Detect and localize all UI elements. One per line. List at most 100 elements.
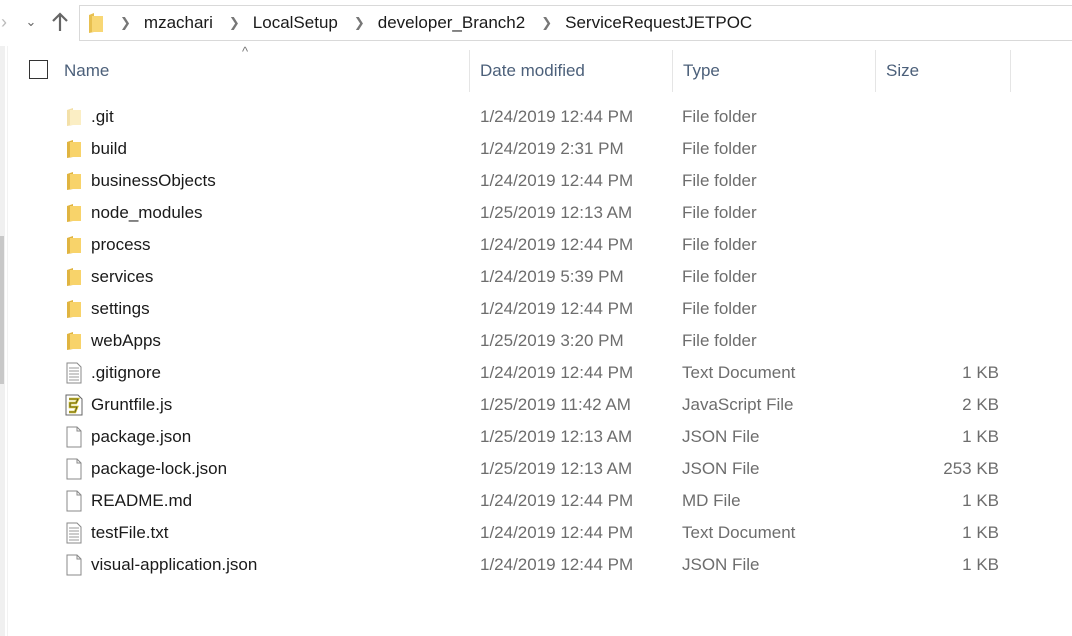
scrollbar-thumb[interactable]	[0, 236, 4, 384]
folder-icon	[64, 138, 84, 160]
file-name: build	[91, 139, 127, 158]
date-modified: 1/25/2019 12:13 AM	[480, 459, 633, 478]
breadcrumb-item[interactable]: ❯ mzachari	[104, 13, 213, 33]
file-row[interactable]: businessObjects 1/24/2019 12:44 PM File fo…	[20, 165, 1020, 197]
file-icon	[64, 490, 84, 512]
date-modified: 1/24/2019 12:44 PM	[480, 235, 634, 254]
folder-icon	[64, 330, 84, 352]
breadcrumb-label: LocalSetup	[252, 13, 338, 32]
file-size: 253 KB	[943, 459, 999, 478]
file-type: File folder	[682, 299, 757, 318]
chevron-right-icon: ❯	[353, 15, 365, 30]
file-row[interactable]: services 1/24/2019 5:39 PM File folder	[20, 261, 1020, 293]
breadcrumb-label: mzachari	[143, 13, 213, 32]
date-modified: 1/24/2019 12:44 PM	[480, 491, 634, 510]
file-size	[880, 261, 999, 293]
file-row[interactable]: visual-application.json 1/24/2019 12:44 P…	[20, 549, 1020, 581]
file-icon	[64, 554, 84, 576]
file-name: package-lock.json	[91, 459, 228, 478]
folder-icon	[64, 266, 84, 288]
date-modified: 1/24/2019 5:39 PM	[480, 267, 624, 286]
file-type: MD File	[682, 491, 741, 510]
file-type: Text Document	[682, 363, 796, 382]
date-modified: 1/24/2019 12:44 PM	[480, 523, 634, 542]
address-bar[interactable]: ❯ mzachari ❯ LocalSetup ❯ developer_Branch2 ❯ S…	[79, 5, 1072, 41]
file-type: File folder	[682, 267, 757, 286]
file-row[interactable]: node_modules 1/25/2019 12:13 AM File folde…	[20, 197, 1020, 229]
file-row[interactable]: webApps 1/25/2019 3:20 PM File folder	[20, 325, 1020, 357]
breadcrumb-item[interactable]: ❯ ServiceRequestJETPOC	[525, 13, 752, 33]
file-size	[880, 325, 999, 357]
date-modified: 1/24/2019 12:44 PM	[480, 107, 634, 126]
date-modified: 1/25/2019 3:20 PM	[480, 331, 624, 350]
file-name: .git	[91, 107, 114, 126]
file-row[interactable]: settings 1/24/2019 12:44 PM File folder	[20, 293, 1020, 325]
select-all-checkbox[interactable]	[29, 60, 48, 79]
column-date-modified[interactable]: Date modified	[470, 50, 673, 92]
pane-divider	[7, 46, 8, 636]
breadcrumb-item[interactable]: ❯ developer_Branch2	[338, 13, 525, 33]
folder-icon	[64, 170, 84, 192]
back-button[interactable]: ›	[0, 8, 18, 36]
file-name: businessObjects	[91, 171, 216, 190]
script-file-icon	[64, 394, 84, 416]
file-name: webApps	[91, 331, 161, 350]
breadcrumb-label: developer_Branch2	[377, 13, 526, 32]
file-size: 1 KB	[962, 523, 999, 542]
file-name: testFile.txt	[91, 523, 169, 542]
file-name: .gitignore	[91, 363, 161, 382]
file-type: JSON File	[682, 427, 760, 446]
date-modified: 1/24/2019 12:44 PM	[480, 171, 634, 190]
date-modified: 1/24/2019 12:44 PM	[480, 363, 634, 382]
file-size	[880, 197, 999, 229]
file-row[interactable]: .gitignore 1/24/2019 12:44 PM Text Documen…	[20, 357, 1020, 389]
file-row[interactable]: package.json 1/25/2019 12:13 AM JSON File 1…	[20, 421, 1020, 453]
date-modified: 1/25/2019 12:13 AM	[480, 427, 633, 446]
breadcrumb-item[interactable]: ❯ LocalSetup	[213, 13, 338, 33]
folder-icon	[64, 234, 84, 256]
file-icon	[64, 458, 84, 480]
file-icon	[64, 426, 84, 448]
file-name: visual-application.json	[91, 555, 258, 574]
file-name: README.md	[91, 491, 193, 510]
file-name: services	[91, 267, 154, 286]
recent-locations-button[interactable]: ⌄	[17, 8, 45, 36]
chevron-right-icon: ❯	[228, 15, 240, 30]
file-row[interactable]: build 1/24/2019 2:31 PM File folder	[20, 133, 1020, 165]
file-row[interactable]: process 1/24/2019 12:44 PM File folder	[20, 229, 1020, 261]
file-name: settings	[91, 299, 150, 318]
up-button[interactable]	[46, 8, 74, 36]
file-size: 1 KB	[962, 427, 999, 446]
file-size	[880, 293, 999, 325]
date-modified: 1/25/2019 11:42 AM	[480, 395, 631, 414]
file-type: File folder	[682, 331, 757, 350]
file-row[interactable]: README.md 1/24/2019 12:44 PM MD File 1 KB	[20, 485, 1020, 517]
file-row[interactable]: .git 1/24/2019 12:44 PM File folder	[20, 101, 1020, 133]
text-file-icon	[64, 362, 84, 384]
column-header: ^ Name Date modified Type Size	[20, 44, 1072, 92]
column-type[interactable]: Type	[673, 50, 876, 92]
file-size: 1 KB	[962, 363, 999, 382]
file-type: File folder	[682, 139, 757, 158]
chevron-right-icon: ❯	[120, 15, 131, 30]
chevron-right-icon: ❯	[541, 15, 553, 30]
column-name[interactable]: Name	[54, 50, 470, 92]
file-row[interactable]: Gruntfile.js 1/25/2019 11:42 AM JavaScript…	[20, 389, 1020, 421]
file-type: File folder	[682, 203, 757, 222]
file-type: File folder	[682, 107, 757, 126]
file-size: 1 KB	[962, 555, 999, 574]
date-modified: 1/24/2019 12:44 PM	[480, 555, 634, 574]
file-name: package.json	[91, 427, 192, 446]
file-row[interactable]: package-lock.json 1/25/2019 12:13 AM JSON …	[20, 453, 1020, 485]
text-file-icon	[64, 522, 84, 544]
file-type: Text Document	[682, 523, 796, 542]
file-size	[880, 165, 999, 197]
breadcrumb-label: ServiceRequestJETPOC	[565, 13, 753, 32]
file-type: JSON File	[682, 555, 760, 574]
file-size: 1 KB	[962, 491, 999, 510]
file-name: Gruntfile.js	[91, 395, 173, 414]
folder-icon	[89, 13, 103, 33]
column-size[interactable]: Size	[876, 50, 1011, 92]
file-row[interactable]: testFile.txt 1/24/2019 12:44 PM Text Docum…	[20, 517, 1020, 549]
folder-hidden-icon	[64, 106, 84, 128]
